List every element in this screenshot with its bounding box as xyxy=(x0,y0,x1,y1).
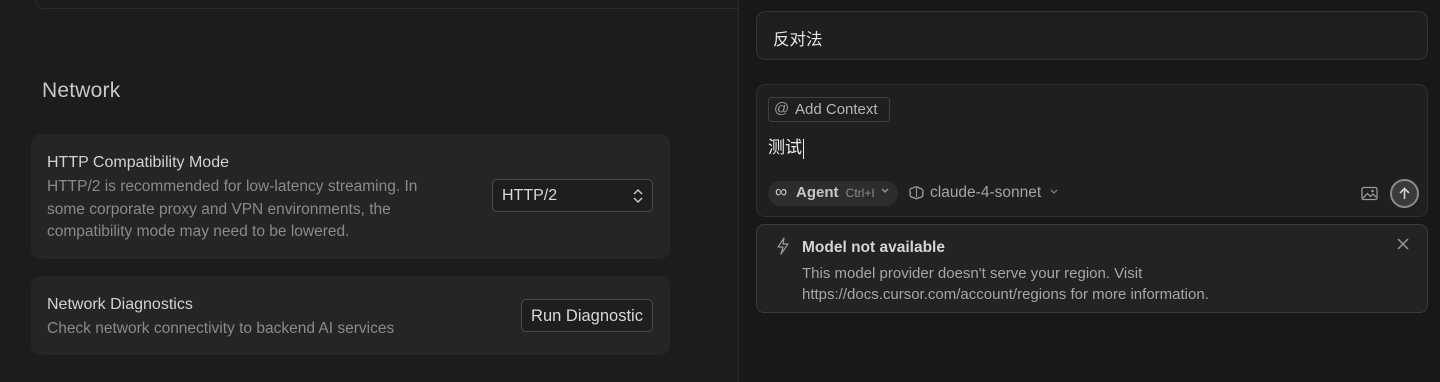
close-icon[interactable] xyxy=(1396,237,1410,251)
toast-message: This model provider doesn't serve your r… xyxy=(802,265,1209,303)
model-label: claude-4-sonnet xyxy=(930,184,1042,201)
chat-input-text: 测试 xyxy=(768,138,802,157)
mode-shortcut: Ctrl+I xyxy=(845,186,875,200)
http-compatibility-card: HTTP Compatibility Mode HTTP/2 is recomm… xyxy=(31,134,670,259)
lightning-bolt-icon xyxy=(777,237,789,255)
brain-icon xyxy=(909,186,924,200)
mode-selector[interactable]: ∞ Agent Ctrl+I xyxy=(768,181,898,206)
http-mode-select[interactable]: HTTP/2 xyxy=(492,179,653,212)
diagnostics-title: Network Diagnostics xyxy=(47,296,193,313)
arrow-up-icon xyxy=(1399,187,1410,199)
image-icon[interactable] xyxy=(1361,186,1378,201)
diagnostics-description: Check network connectivity to backend AI… xyxy=(47,320,395,337)
add-context-label: Add Context xyxy=(795,101,878,118)
add-context-button[interactable]: @ Add Context xyxy=(768,97,890,122)
http-mode-description: HTTP/2 is recommended for low-latency st… xyxy=(47,178,418,240)
error-toast: Model not available This model provider … xyxy=(756,224,1428,313)
chevron-down-icon xyxy=(1051,189,1058,194)
chevron-up-down-icon xyxy=(633,188,643,204)
http-mode-title: HTTP Compatibility Mode xyxy=(47,154,229,171)
toast-title: Model not available xyxy=(802,239,945,256)
send-button[interactable] xyxy=(1390,179,1419,208)
infinity-icon: ∞ xyxy=(775,182,788,201)
text-caret xyxy=(803,138,804,159)
network-diagnostics-card: Network Diagnostics Check network connec… xyxy=(31,276,670,355)
chevron-down-icon xyxy=(881,188,889,193)
at-sign-icon: @ xyxy=(774,100,790,117)
settings-panel: Network HTTP Compatibility Mode HTTP/2 i… xyxy=(0,0,738,382)
mode-label: Agent xyxy=(796,184,839,201)
section-title: Network xyxy=(42,79,121,102)
http-mode-selected-value: HTTP/2 xyxy=(502,187,558,204)
previous-user-message[interactable]: 反对法 xyxy=(756,11,1428,60)
run-diagnostic-button[interactable]: Run Diagnostic xyxy=(521,299,653,332)
chat-panel: 反对法 @ Add Context 测试 ∞ Agent Ctrl+I clau… xyxy=(739,0,1440,382)
chat-input[interactable]: 测试 xyxy=(768,133,804,159)
previous-card-edge xyxy=(35,0,738,9)
model-selector[interactable]: claude-4-sonnet xyxy=(908,184,1059,202)
chat-composer: @ Add Context 测试 ∞ Agent Ctrl+I claude-4… xyxy=(756,84,1428,217)
